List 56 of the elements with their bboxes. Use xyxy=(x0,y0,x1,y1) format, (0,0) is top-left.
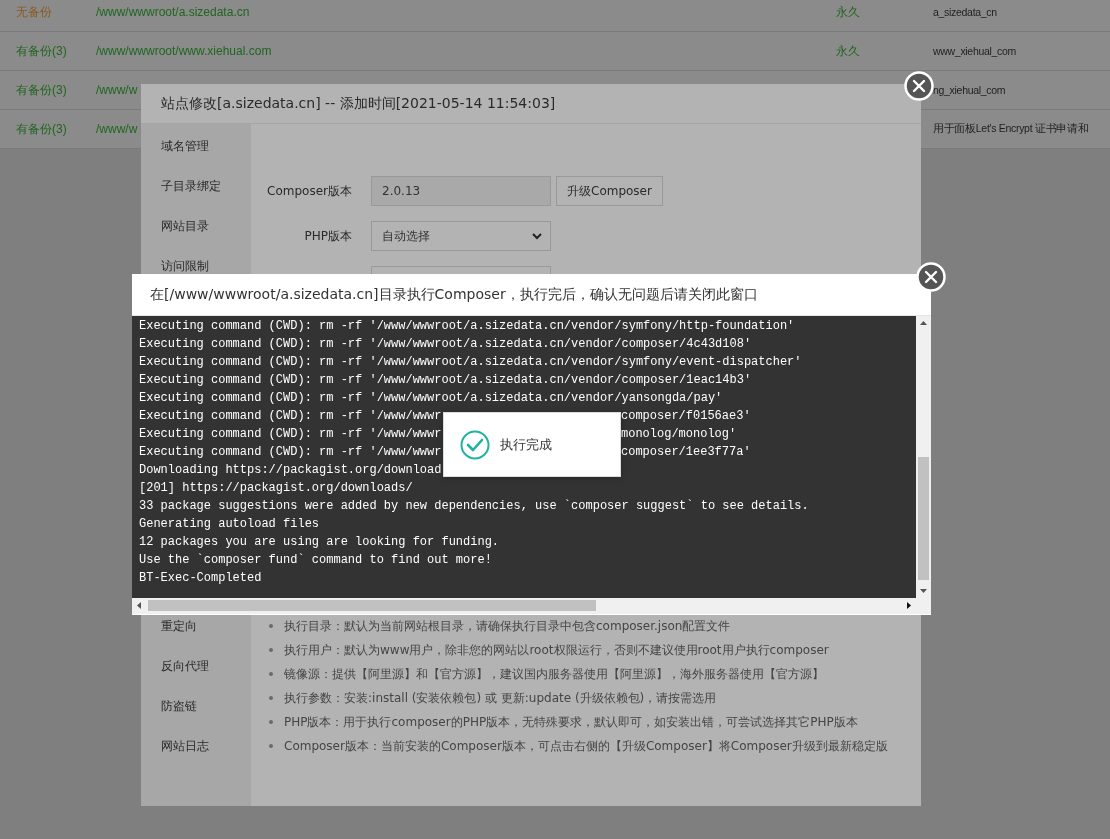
caret-icon xyxy=(532,232,542,240)
dialog-title: 站点修改[a.sizedata.cn] -- 添加时间[2021-05-14 11:54:03] xyxy=(161,94,556,113)
output-line: Executing command (CWD): rm -rf '/www/wwwroot/a.sizedata.cn/vendor/composer/4c43d108' xyxy=(139,337,752,351)
bullet-icon xyxy=(269,648,273,652)
version-field[interactable]: 2.0.13 xyxy=(371,176,551,206)
output-line: BT-Exec-Completed xyxy=(139,571,262,585)
output-line: Downloading https://packagist.org/download xyxy=(139,463,442,477)
sidebar-item[interactable]: 域名管理 xyxy=(141,126,251,166)
scroll-right-icon[interactable] xyxy=(907,602,911,609)
output-line: 12 packages you are using are looking for funding. xyxy=(139,535,500,549)
help-text: 镜像源：提供【阿里源】和【官方源】，建议国内服务器使用【阿里源】，海外服务器使用【官方源】 xyxy=(284,665,824,683)
upgrade-button[interactable]: 升级Composer xyxy=(556,176,663,206)
field-label: PHP版本 xyxy=(303,227,352,245)
dialog-title: 在[/www/wwwroot/a.sizedata.cn]目录执行Composer，执行完后，确认无问题后请关闭此窗口 xyxy=(150,285,758,304)
output-line: 33 package suggestions were added by new dependencies, use `composer suggest` to see details. xyxy=(139,499,809,513)
output-line: Executing command (CWD): rm -rf '/www/wwwr xyxy=(139,409,442,423)
bullet-icon xyxy=(269,720,273,724)
output-line: Use the `composer fund` command to find out more! xyxy=(139,553,492,567)
output-line: Executing command (CWD): rm -rf '/www/wwwr xyxy=(139,427,442,441)
help-text: PHP版本：用于执行composer的PHP版本，无特殊要求，默认即可，如安装出错，可尝试选择其它PHP版本 xyxy=(284,713,858,731)
output-line: monolog/monolog' xyxy=(621,426,737,443)
output-line: Executing command (CWD): rm -rf '/www/wwwroot/a.sizedata.cn/vendor/symfony/event-dispatcher' xyxy=(139,355,802,369)
sidebar-item[interactable]: 网站目录 xyxy=(141,206,251,246)
site-note: ng_xiehual_com xyxy=(933,84,1006,96)
scrollbar[interactable] xyxy=(916,316,931,598)
toast-message: 执行完成 xyxy=(500,435,552,454)
site-note: a_sizedata_cn xyxy=(933,6,997,18)
check-circle-icon xyxy=(460,429,490,460)
output-line: composer/1ee3f77a' xyxy=(621,444,751,461)
bullet-icon xyxy=(269,744,273,748)
field-label: Composer版本 xyxy=(266,182,352,200)
sidebar-item[interactable]: 反向代理 xyxy=(141,646,251,686)
scroll-down-icon[interactable] xyxy=(920,589,927,593)
help-text: 执行参数：安装:install (安装依赖包) 或 更新:update (升级依赖包)，请按需选用 xyxy=(284,689,717,707)
site-note: 用于面板Let's Encrypt 证书申请和 xyxy=(933,122,1089,136)
output-line: [201] https://packagist.org/downloads/ xyxy=(139,481,413,495)
help-text: 执行用户：默认为www用户，除非您的网站以root权限运行，否则不建议使用root用户执行composer xyxy=(284,641,829,659)
output-line: Executing command (CWD): rm -rf '/www/wwwroot/a.sizedata.cn/vendor/symfony/http-foundation' xyxy=(139,319,795,333)
php-version-select[interactable]: 自动选择 xyxy=(371,221,551,251)
sidebar-item[interactable]: 网站日志 xyxy=(141,726,251,766)
close-icon[interactable] xyxy=(916,262,946,292)
scrollbar[interactable] xyxy=(132,598,931,614)
bullet-icon xyxy=(269,624,273,628)
site-note: www_xiehual_com xyxy=(933,45,1017,57)
scroll-up-icon[interactable] xyxy=(920,321,927,325)
output-line: Executing command (CWD): rm -rf '/www/wwwr xyxy=(139,445,442,459)
sidebar-item[interactable]: 子目录绑定 xyxy=(141,166,251,206)
output-line: Executing command (CWD): rm -rf '/www/wwwroot/a.sizedata.cn/vendor/yansongda/pay' xyxy=(139,391,723,405)
output-line: Generating autoload files xyxy=(139,517,320,531)
output-line: Executing command (CWD): rm -rf '/www/wwwroot/a.sizedata.cn/vendor/composer/1eac14b3' xyxy=(139,373,752,387)
bullet-icon xyxy=(269,696,273,700)
bullet-icon xyxy=(269,672,273,676)
help-text: Composer版本：当前安装的Composer版本，可点击右侧的【升级Composer】将Composer升级到最新稳定版 xyxy=(284,737,888,755)
sidebar-item[interactable]: 防盗链 xyxy=(141,686,251,726)
help-text: 执行目录：默认为当前网站根目录，请确保执行目录中包含composer.json配置文件 xyxy=(284,617,731,635)
output-line: composer/f0156ae3' xyxy=(621,408,751,425)
